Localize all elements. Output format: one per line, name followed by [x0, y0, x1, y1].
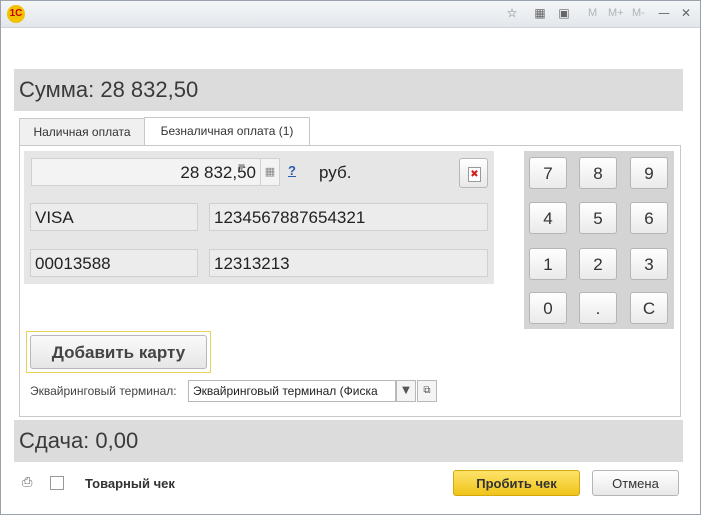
numpad-key-7[interactable]: 7	[529, 157, 567, 189]
memory-m-button[interactable]: M	[588, 7, 597, 19]
calculator-icon[interactable]: ▦	[260, 158, 280, 186]
receipt-label: Товарный чек	[85, 476, 175, 491]
change-panel: Сдача: 0,00	[14, 420, 683, 462]
terminal-dropdown-icon[interactable]: ▼	[396, 380, 416, 402]
currency-label: руб.	[319, 163, 352, 182]
memory-minus-button[interactable]: M-	[632, 7, 645, 19]
cancel-button[interactable]: Отмена	[592, 470, 679, 496]
calculator-icon[interactable]: ▦	[533, 6, 547, 20]
tab-cash[interactable]: Наличная оплата	[19, 118, 145, 146]
numpad-key-9[interactable]: 9	[630, 157, 668, 189]
numpad-key-5[interactable]: 5	[579, 202, 617, 234]
memory-plus-button[interactable]: M+	[608, 7, 624, 19]
terminal-open-icon[interactable]: ⧉	[417, 380, 437, 402]
card-type-field[interactable]: VISA	[30, 203, 198, 231]
numpad-key-0[interactable]: 0	[529, 292, 567, 324]
numpad-key-8[interactable]: 8	[579, 157, 617, 189]
terminal-label: Эквайринговый терминал:	[30, 384, 177, 398]
title-bar: 1С ☆ ▦ ▣ M M+ M- — ✕	[1, 1, 700, 28]
numpad-key-clear[interactable]: C	[630, 292, 668, 324]
receipt-checkbox[interactable]	[50, 476, 64, 490]
add-card-button[interactable]: Добавить карту	[30, 335, 207, 369]
numpad-key-2[interactable]: 2	[579, 248, 617, 280]
amount-dropdown-icon[interactable]: ▼	[238, 163, 245, 173]
payment-window: 1С ☆ ▦ ▣ M M+ M- — ✕ Сумма: 28 832,50 На…	[0, 0, 701, 515]
print-receipt-button[interactable]: Пробить чек	[453, 470, 580, 496]
calendar-icon[interactable]: ▣	[557, 6, 571, 20]
change-label: Сдача: 0,00	[19, 428, 139, 453]
card-number-field[interactable]: 1234567887654321	[209, 203, 488, 231]
numpad-key-1[interactable]: 1	[529, 248, 567, 280]
app-logo: 1С	[7, 5, 25, 23]
numpad: 7 8 9 4 5 6 1 2 3 0 . C	[524, 151, 674, 329]
tab-cashless[interactable]: Безналичная оплата (1)	[144, 117, 310, 147]
close-icon[interactable]: ✕	[679, 6, 693, 20]
reference-number-field[interactable]: 12313213	[209, 249, 488, 277]
delete-button[interactable]: ✖	[459, 158, 488, 188]
auth-code-field[interactable]: 00013588	[30, 249, 198, 277]
numpad-key-4[interactable]: 4	[529, 202, 567, 234]
sum-panel: Сумма: 28 832,50	[14, 69, 683, 111]
numpad-key-dot[interactable]: .	[579, 292, 617, 324]
delete-icon: ✖	[468, 167, 481, 182]
add-card-focus-frame: Добавить карту	[26, 331, 211, 373]
numpad-key-3[interactable]: 3	[630, 248, 668, 280]
amount-field[interactable]: 28 832,50	[31, 158, 261, 186]
favorites-icon[interactable]: ☆	[505, 6, 519, 20]
minimize-icon[interactable]: —	[657, 6, 671, 20]
help-link[interactable]: ?	[288, 163, 296, 178]
numpad-key-6[interactable]: 6	[630, 202, 668, 234]
printer-icon[interactable]: ⎙	[22, 476, 36, 490]
sum-label: Сумма: 28 832,50	[19, 77, 199, 102]
payment-grid: 28 832,50 ▼ ▦ ? руб. ✖ VISA 123456788765…	[24, 151, 494, 284]
terminal-select[interactable]: Эквайринговый терминал (Фиска	[188, 380, 396, 402]
